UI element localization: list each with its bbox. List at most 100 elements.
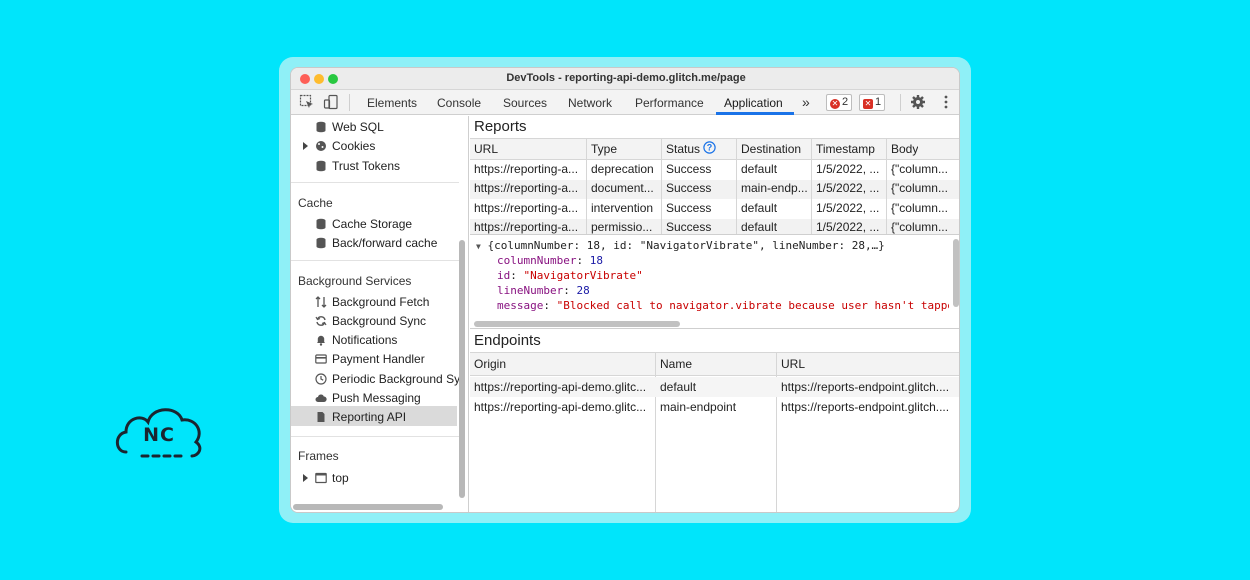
expand-arrow-icon[interactable] xyxy=(303,474,308,482)
table-cell[interactable]: Success xyxy=(666,201,734,215)
table-cell[interactable]: deprecation xyxy=(591,162,659,176)
column-divider xyxy=(886,138,887,234)
sidebar-item-payment-handler[interactable]: Payment Handler xyxy=(332,352,425,366)
json-value: 18 xyxy=(589,254,603,267)
more-options-icon[interactable] xyxy=(938,94,954,110)
reports-col-timestamp[interactable]: Timestamp xyxy=(816,142,875,156)
reports-col-type[interactable]: Type xyxy=(591,142,617,156)
settings-gear-icon[interactable] xyxy=(910,94,926,110)
database-icon xyxy=(316,160,326,172)
more-tabs-button[interactable]: » xyxy=(802,94,810,110)
sidebar-item-cookies[interactable]: Cookies xyxy=(332,139,375,153)
json-field: id: "NavigatorVibrate" xyxy=(497,269,643,282)
reports-col-status[interactable]: Status xyxy=(666,142,700,156)
sidebar-divider xyxy=(291,260,459,261)
endpoints-col-name[interactable]: Name xyxy=(660,357,692,371)
database-icon xyxy=(316,237,326,249)
sidebar-item-push-messaging[interactable]: Push Messaging xyxy=(332,391,421,405)
table-cell[interactable]: https://reporting-a... xyxy=(474,201,584,215)
reports-col-destination[interactable]: Destination xyxy=(741,142,801,156)
bell-icon xyxy=(317,335,325,346)
expand-arrow-icon[interactable] xyxy=(303,142,308,150)
sidebar-item-notifications[interactable]: Notifications xyxy=(332,333,397,347)
reports-title: Reports xyxy=(474,118,527,135)
reports-col-body[interactable]: Body xyxy=(891,142,918,156)
table-cell[interactable]: default xyxy=(741,220,809,234)
collapse-arrow-icon[interactable]: ▼ xyxy=(476,242,481,251)
table-cell[interactable]: default xyxy=(741,201,809,215)
tab-sources[interactable]: Sources xyxy=(503,96,547,110)
preview-vertical-scrollbar[interactable] xyxy=(953,239,959,307)
table-cell[interactable]: https://reporting-a... xyxy=(474,220,584,234)
device-toolbar-icon[interactable] xyxy=(323,94,339,110)
sidebar-item-background-fetch[interactable]: Background Fetch xyxy=(332,295,429,309)
sidebar-item-frame-top[interactable]: top xyxy=(332,471,349,485)
table-cell[interactable]: 1/5/2022, ... xyxy=(816,201,884,215)
table-cell[interactable]: permissio... xyxy=(591,220,659,234)
application-sidebar: Web SQL Cookies Trust Tokens Cache Cache… xyxy=(291,116,469,512)
json-key: message xyxy=(497,299,544,312)
sidebar-horizontal-scrollbar[interactable] xyxy=(293,504,443,510)
reports-col-url[interactable]: URL xyxy=(474,142,498,156)
table-cell[interactable]: main-endp... xyxy=(741,181,809,195)
database-icon xyxy=(316,218,326,230)
issues-badge[interactable]: ✕ 1 xyxy=(859,94,886,111)
errors-badge[interactable]: ✕ 2 xyxy=(826,94,853,111)
sidebar-item-background-sync[interactable]: Background Sync xyxy=(332,314,426,328)
json-value: "Blocked call to navigator.vibrate becau… xyxy=(556,299,949,312)
table-cell[interactable]: https://reporting-a... xyxy=(474,162,584,176)
sidebar-item-reporting-api[interactable]: Reporting API xyxy=(332,410,406,424)
table-cell[interactable]: default xyxy=(741,162,809,176)
sidebar-section-cache: Cache xyxy=(298,196,333,210)
tab-elements[interactable]: Elements xyxy=(367,96,417,110)
logo-text: NC xyxy=(143,424,175,446)
table-cell[interactable]: 1/5/2022, ... xyxy=(816,220,884,234)
sidebar-item-periodic-background-sync[interactable]: Periodic Background Sy xyxy=(332,372,460,386)
cookie-icon xyxy=(316,141,326,151)
column-divider xyxy=(811,138,812,234)
endpoints-col-url[interactable]: URL xyxy=(781,357,805,371)
credit-card-icon xyxy=(315,354,327,364)
tab-console[interactable]: Console xyxy=(437,96,481,110)
sidebar-item-back-forward-cache[interactable]: Back/forward cache xyxy=(332,236,437,250)
svg-text:?: ? xyxy=(707,143,713,153)
endpoints-title: Endpoints xyxy=(474,332,541,349)
sidebar-vertical-scrollbar[interactable] xyxy=(459,240,465,498)
table-cell[interactable]: default xyxy=(660,380,772,394)
table-cell[interactable]: {"column... xyxy=(891,201,959,215)
tab-network[interactable]: Network xyxy=(568,96,612,110)
help-icon[interactable]: ? xyxy=(703,141,716,154)
table-cell[interactable]: https://reporting-a... xyxy=(474,181,584,195)
json-summary: {columnNumber: 18, id: "NavigatorVibrate… xyxy=(487,239,885,252)
table-cell[interactable]: https://reports-endpoint.glitch.... xyxy=(781,400,959,414)
preview-horizontal-scrollbar[interactable] xyxy=(474,321,680,327)
issue-flag-icon: ✕ xyxy=(863,99,873,109)
table-cell[interactable]: https://reports-endpoint.glitch.... xyxy=(781,380,959,394)
json-key: columnNumber xyxy=(497,254,577,267)
table-cell[interactable]: document... xyxy=(591,181,659,195)
sidebar-item-trust-tokens[interactable]: Trust Tokens xyxy=(332,159,400,173)
table-cell[interactable]: {"column... xyxy=(891,181,959,195)
table-cell[interactable]: https://reporting-api-demo.glitc... xyxy=(474,380,652,394)
error-icon: ✕ xyxy=(830,99,840,109)
table-cell[interactable]: Success xyxy=(666,162,734,176)
table-cell[interactable]: intervention xyxy=(591,201,659,215)
table-cell[interactable]: Success xyxy=(666,181,734,195)
column-divider xyxy=(736,138,737,234)
table-cell[interactable]: main-endpoint xyxy=(660,400,772,414)
table-cell[interactable]: {"column... xyxy=(891,220,959,234)
sidebar-item-web-sql[interactable]: Web SQL xyxy=(332,120,384,134)
json-summary-line[interactable]: ▼ {columnNumber: 18, id: "NavigatorVibra… xyxy=(476,239,885,252)
tab-performance[interactable]: Performance xyxy=(635,96,704,110)
table-cell[interactable]: Success xyxy=(666,220,734,234)
json-field: message: "Blocked call to navigator.vibr… xyxy=(497,299,949,312)
sidebar-item-cache-storage[interactable]: Cache Storage xyxy=(332,217,412,231)
table-cell[interactable]: https://reporting-api-demo.glitc... xyxy=(474,400,652,414)
column-divider xyxy=(661,138,662,234)
table-cell[interactable]: 1/5/2022, ... xyxy=(816,181,884,195)
endpoints-col-origin[interactable]: Origin xyxy=(474,357,506,371)
tab-application[interactable]: Application xyxy=(724,96,783,110)
table-cell[interactable]: {"column... xyxy=(891,162,959,176)
table-cell[interactable]: 1/5/2022, ... xyxy=(816,162,884,176)
inspect-element-icon[interactable] xyxy=(299,94,315,110)
